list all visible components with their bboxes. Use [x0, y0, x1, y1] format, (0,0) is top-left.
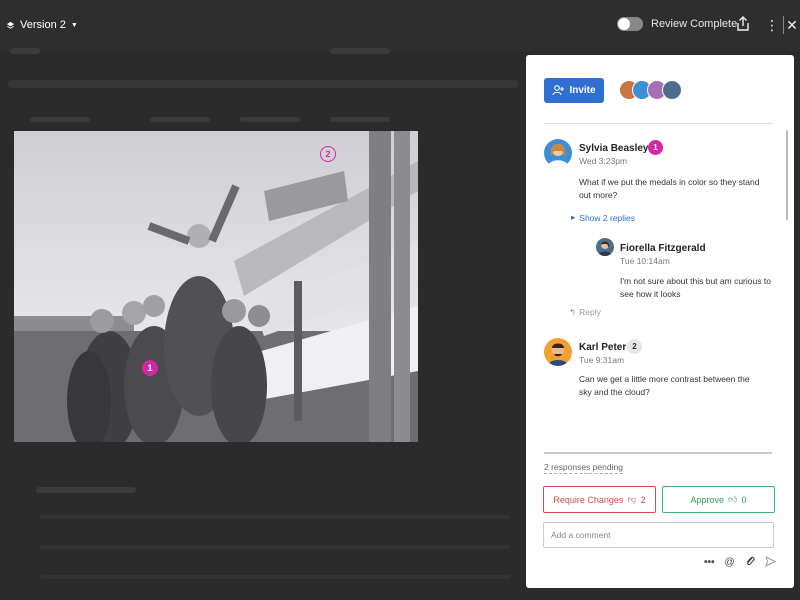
scrollbar[interactable] [786, 130, 788, 220]
thumbs-down-icon: 👎︎ [627, 494, 637, 504]
ghost-element [150, 117, 210, 122]
more-vertical-icon[interactable]: ⋮ [764, 16, 780, 34]
ghost-element [30, 117, 90, 122]
invite-button[interactable]: Invite [544, 78, 604, 103]
require-changes-button[interactable]: Require Changes 👎︎ 2 [543, 486, 656, 513]
ghost-element [36, 487, 136, 493]
collaborator-avatar[interactable] [662, 80, 682, 100]
divider [544, 452, 772, 454]
avatar [596, 238, 614, 256]
pending-responses-link[interactable]: 2 responses pending [544, 462, 623, 474]
reply-text: I'm not sure about this but am curious t… [620, 276, 771, 299]
add-user-icon [552, 85, 565, 96]
chevron-down-icon: ▼ [70, 21, 78, 29]
review-image[interactable]: 1 2 [14, 131, 418, 442]
require-changes-count: 2 [640, 494, 646, 505]
ghost-element [330, 48, 390, 54]
reply-author: Fiorella Fitzgerald [620, 243, 706, 254]
ghost-element [40, 515, 510, 519]
reply-icon: ↰ [569, 307, 577, 317]
ghost-element [40, 575, 510, 579]
review-complete-label: Review Complete [651, 18, 738, 30]
top-bar: Version 2 ▼ Review Complete ⋮ ✕ [0, 0, 800, 52]
comment-badge[interactable]: 2 [627, 339, 642, 354]
show-replies-link[interactable]: ▸ Show 2 replies [571, 212, 635, 223]
comment-toolbar: ••• @ [704, 555, 776, 570]
comment-text: What if we put the medals in color so th… [579, 177, 760, 200]
comments-panel: Invite Sylvia Beasley Wed 3:23pm 1 What … [526, 55, 794, 588]
annotation-marker-1[interactable]: 1 [142, 360, 158, 376]
thumbs-up-icon: 👍︎ [728, 494, 738, 504]
comment-badge[interactable]: 1 [648, 140, 663, 155]
require-changes-label: Require Changes [553, 494, 624, 505]
annotation-marker-2[interactable]: 2 [320, 146, 336, 162]
toggle-switch[interactable] [617, 17, 643, 31]
comment-author: Karl Peter [579, 342, 627, 353]
approve-button[interactable]: Approve 👍︎ 0 [662, 486, 775, 513]
mention-icon[interactable]: @ [725, 557, 735, 568]
divider [783, 16, 784, 34]
ghost-toolbar [8, 80, 518, 88]
reply-time: Tue 10:14am [620, 256, 670, 266]
close-icon[interactable]: ✕ [786, 16, 798, 34]
more-horizontal-icon[interactable]: ••• [704, 557, 715, 568]
review-complete-toggle[interactable]: Review Complete [617, 17, 737, 31]
version-label: Version 2 [20, 19, 66, 31]
reply-button[interactable]: ↰ Reply [569, 307, 601, 318]
caret-right-icon: ▸ [571, 212, 576, 222]
comment-text: Can we get a little more contrast betwee… [579, 374, 750, 397]
comment-time: Wed 3:23pm [579, 156, 628, 166]
avatar [544, 139, 572, 167]
version-selector[interactable]: Version 2 ▼ [6, 19, 78, 31]
comment-author: Sylvia Beasley [579, 143, 649, 154]
ghost-element [330, 117, 390, 122]
share-icon[interactable] [735, 16, 751, 34]
send-icon[interactable] [764, 555, 776, 570]
avatar [544, 338, 572, 366]
comment-input[interactable] [543, 522, 774, 548]
photo-illustration [14, 131, 418, 442]
show-replies-label: Show 2 replies [579, 212, 636, 223]
attachment-icon[interactable] [745, 555, 755, 570]
ghost-element [40, 545, 510, 549]
layers-icon [6, 21, 15, 29]
invite-label: Invite [569, 85, 596, 96]
reply-label: Reply [579, 307, 601, 317]
ghost-element [10, 48, 40, 54]
approve-count: 0 [741, 494, 747, 505]
comment-time: Tue 9:31am [579, 355, 625, 365]
divider [544, 123, 772, 124]
approve-label: Approve [690, 494, 725, 505]
ghost-element [240, 117, 300, 122]
